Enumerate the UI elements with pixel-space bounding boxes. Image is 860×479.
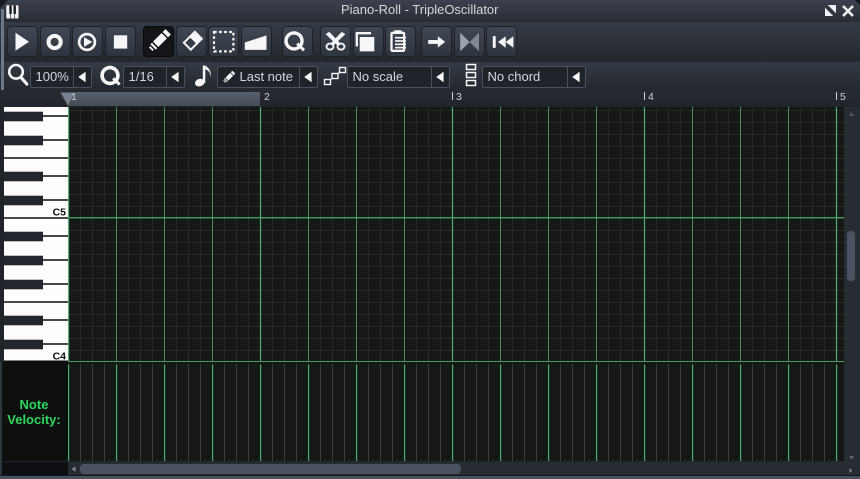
svg-text:C4: C4 [53, 351, 67, 363]
svg-text:C5: C5 [53, 207, 67, 219]
